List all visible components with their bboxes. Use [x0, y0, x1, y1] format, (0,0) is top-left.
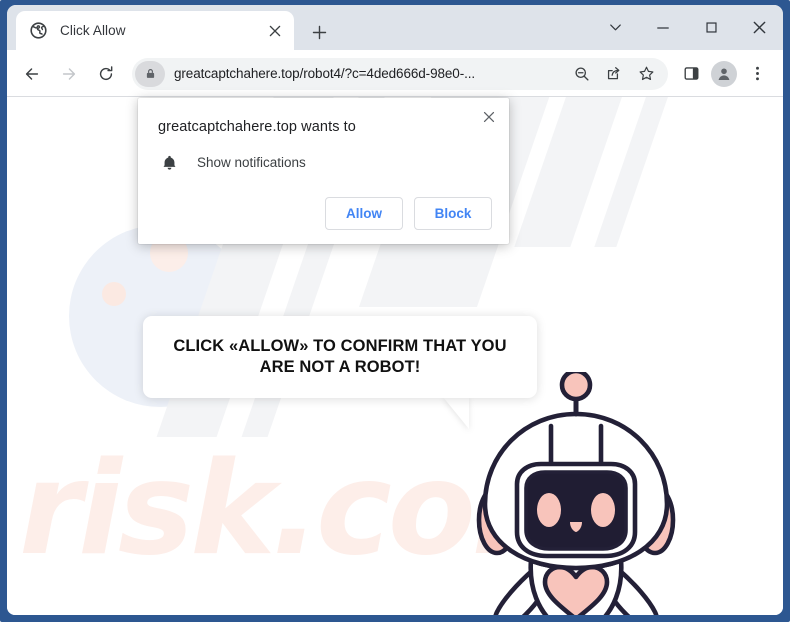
- share-icon[interactable]: [597, 58, 629, 90]
- dialog-close-button[interactable]: [476, 104, 502, 130]
- profile-avatar[interactable]: [708, 58, 740, 90]
- block-button[interactable]: Block: [414, 197, 492, 230]
- bookmark-star-icon[interactable]: [630, 58, 662, 90]
- new-tab-button[interactable]: [304, 17, 334, 47]
- window-controls: [591, 5, 783, 50]
- zoom-out-icon[interactable]: [568, 60, 596, 88]
- reload-button[interactable]: [89, 57, 123, 91]
- close-window-button[interactable]: [735, 5, 783, 50]
- forward-button[interactable]: [52, 57, 86, 91]
- url-text: greatcaptchahere.top/robot4/?c=4ded666d-…: [174, 66, 476, 81]
- browser-window: Click Allow greatcaptchahere.top/robot4/…: [7, 5, 783, 615]
- tab-title: Click Allow: [60, 23, 126, 38]
- three-dot-menu-icon[interactable]: [741, 58, 773, 90]
- allow-button[interactable]: Allow: [325, 197, 403, 230]
- notification-permission-dialog: greatcaptchahere.top wants to Show notif…: [138, 98, 509, 244]
- globe-icon: [30, 22, 47, 39]
- back-button[interactable]: [15, 57, 49, 91]
- tab-close-button[interactable]: [264, 20, 286, 42]
- minimize-button[interactable]: [639, 5, 687, 50]
- tab-search-button[interactable]: [591, 5, 639, 50]
- address-bar[interactable]: greatcaptchahere.top/robot4/?c=4ded666d-…: [132, 57, 668, 90]
- lock-icon[interactable]: [135, 60, 165, 87]
- dialog-permission-label: Show notifications: [197, 154, 306, 170]
- browser-tab[interactable]: Click Allow: [16, 11, 294, 50]
- dialog-actions: Allow Block: [325, 197, 492, 230]
- maximize-button[interactable]: [687, 5, 735, 50]
- robot-mascot: [473, 372, 685, 615]
- browser-toolbar: greatcaptchahere.top/robot4/?c=4ded666d-…: [7, 50, 783, 97]
- browser-window-frame: Click Allow greatcaptchahere.top/robot4/…: [0, 0, 790, 622]
- dialog-permission-row: Show notifications: [158, 151, 306, 173]
- speech-bubble-tail: [431, 397, 469, 429]
- bell-icon: [158, 151, 180, 173]
- tab-strip: Click Allow: [7, 5, 783, 50]
- dialog-title: greatcaptchahere.top wants to: [158, 119, 356, 135]
- profile-avatar-icon: [711, 60, 737, 87]
- side-panel-icon[interactable]: [675, 58, 707, 90]
